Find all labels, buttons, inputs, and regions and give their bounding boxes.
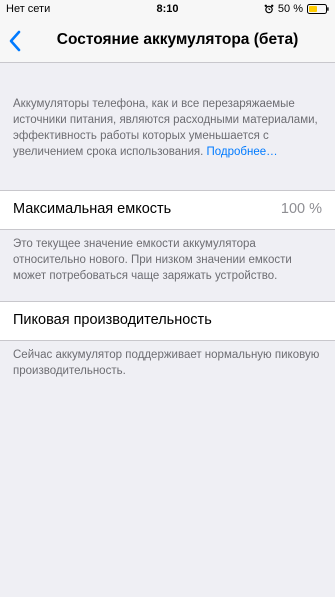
max-capacity-row: Максимальная емкость 100 %	[0, 190, 335, 230]
peak-performance-footnote: Сейчас аккумулятор поддерживает нормальн…	[13, 349, 320, 377]
battery-icon	[307, 4, 329, 14]
navigation-bar: Состояние аккумулятора (бета)	[0, 20, 335, 63]
max-capacity-label: Максимальная емкость	[13, 201, 172, 217]
learn-more-link[interactable]: Подробнее…	[207, 146, 278, 158]
status-bar: Нет сети 8:10 50 %	[0, 0, 335, 20]
battery-percent: 50 %	[277, 3, 303, 15]
status-right-group: 50 %	[264, 3, 329, 15]
alarm-icon	[264, 4, 274, 14]
chevron-left-icon[interactable]	[4, 26, 32, 56]
max-capacity-footnote: Это текущее значение емкости аккумулятор…	[13, 238, 292, 282]
intro-description: Аккумуляторы телефона, как и все перезар…	[13, 96, 325, 160]
max-capacity-value: 100 %	[280, 201, 322, 217]
battery-health-screen: Нет сети 8:10 50 % Состояние аккумулятор…	[0, 0, 335, 597]
peak-performance-row: Пиковая производительность	[0, 301, 335, 341]
page-title: Состояние аккумулятора (бета)	[56, 31, 299, 48]
peak-performance-label: Пиковая производительность	[13, 312, 212, 328]
